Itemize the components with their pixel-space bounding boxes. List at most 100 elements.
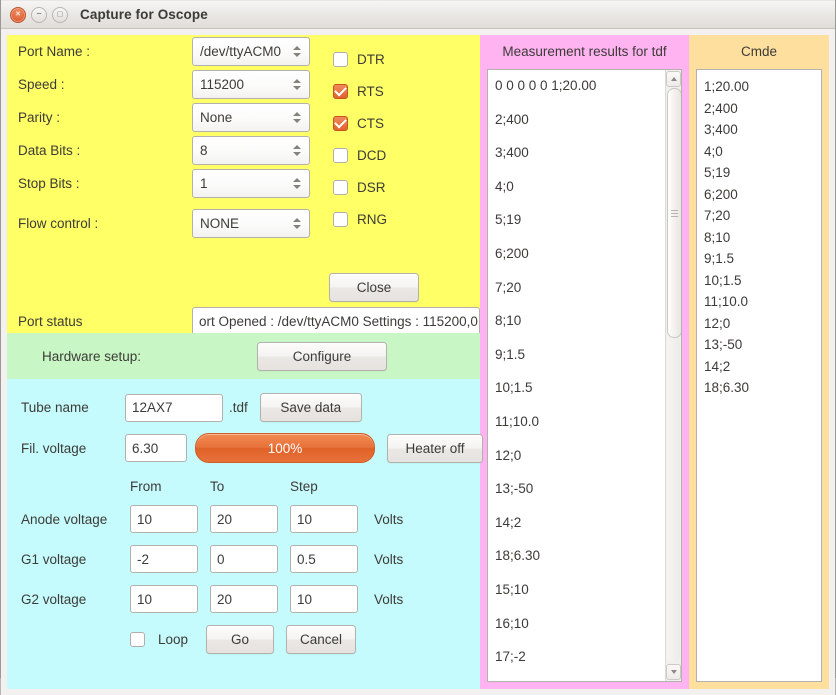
g2-voltage-step-input[interactable]: 10 <box>290 585 358 613</box>
list-item[interactable]: 7;20 <box>495 278 665 312</box>
list-item[interactable]: 3;400 <box>495 143 665 177</box>
speed-label: Speed : <box>18 77 65 92</box>
anode-voltage-units: Volts <box>374 511 404 527</box>
scroll-down-button[interactable] <box>666 663 681 680</box>
g2-voltage-from-input[interactable]: 10 <box>130 585 198 613</box>
list-item[interactable]: 0 0 0 0 0 1;20.00 <box>495 76 665 110</box>
data-bits-label: Data Bits : <box>18 143 81 158</box>
save-data-button[interactable]: Save data <box>259 393 362 422</box>
list-item[interactable]: 17;-2 <box>495 647 665 681</box>
sweep-actions-row: Loop Go Cancel <box>7 625 357 654</box>
port-status-label: Port status <box>18 314 83 329</box>
g2-voltage-to-input[interactable]: 20 <box>210 585 278 613</box>
scroll-up-button[interactable] <box>666 71 681 87</box>
flow-control-label: Flow control : <box>18 216 99 231</box>
list-item[interactable]: 8;10 <box>704 227 821 249</box>
tube-name-input[interactable]: 12AX7 <box>125 393 223 422</box>
g1-voltage-step-input[interactable]: 0.5 <box>290 545 358 573</box>
list-item[interactable]: 11;10.0 <box>495 412 665 446</box>
speed-stepper-icon[interactable] <box>290 79 309 90</box>
parity-spinbox[interactable]: None <box>192 103 310 132</box>
column-header-to: To <box>210 479 225 494</box>
list-item[interactable]: 2;400 <box>704 98 821 120</box>
list-item[interactable]: 18;6.30 <box>704 377 821 399</box>
list-item[interactable]: 5;19 <box>495 210 665 244</box>
list-item[interactable]: 3;400 <box>704 119 821 141</box>
go-button[interactable]: Go <box>206 625 275 654</box>
list-item[interactable]: 12;0 <box>495 446 665 480</box>
data-bits-stepper-icon[interactable] <box>290 145 309 156</box>
stop-bits-spinbox[interactable]: 1 <box>192 169 310 198</box>
window-title: Capture for Oscope <box>80 7 208 22</box>
checkbox-row-dcd[interactable]: DCD <box>333 139 453 171</box>
checkbox-row-rng[interactable]: RNG <box>333 203 453 235</box>
flow-control-spinbox[interactable]: NONE <box>192 209 310 238</box>
checkbox-row-dtr[interactable]: DTR <box>333 43 453 75</box>
anode-voltage-to-input[interactable]: 20 <box>210 505 278 533</box>
list-item[interactable]: 14;2 <box>495 513 665 547</box>
checkbox-loop[interactable] <box>130 632 145 647</box>
scrollbar-thumb[interactable] <box>667 88 681 338</box>
cmde-listbox[interactable]: 1;20.00 2;400 3;400 4;0 5;19 6;200 7;20 8;10 9;1… <box>696 69 822 682</box>
list-item[interactable]: 10;1.5 <box>704 270 821 292</box>
list-item[interactable]: 2;400 <box>495 110 665 144</box>
g1-voltage-to-input[interactable]: 0 <box>210 545 278 573</box>
stop-bits-stepper-icon[interactable] <box>290 178 309 189</box>
heater-off-button[interactable]: Heater off <box>387 433 483 463</box>
list-item[interactable]: 6;200 <box>704 184 821 206</box>
list-item[interactable]: 11;10.0 <box>704 291 821 313</box>
filament-voltage-input[interactable]: 6.30 <box>125 434 187 462</box>
checkbox-rng[interactable] <box>333 211 348 227</box>
results-panel: Measurement results for tdf 0 0 0 0 0 1;… <box>480 35 689 689</box>
checkbox-row-dsr[interactable]: DSR <box>333 171 453 203</box>
list-item[interactable]: 16;10 <box>495 614 665 648</box>
checkbox-rts-label: RTS <box>357 83 384 99</box>
checkbox-dtr[interactable] <box>333 51 348 67</box>
list-item[interactable]: 18;6.30 <box>495 546 665 580</box>
list-item[interactable]: 4;0 <box>495 177 665 211</box>
g1-voltage-from-input[interactable]: -2 <box>130 545 198 573</box>
list-item[interactable]: 15;10 <box>495 580 665 614</box>
checkbox-row-cts[interactable]: CTS <box>333 107 453 139</box>
configure-button[interactable]: Configure <box>257 341 387 371</box>
list-item[interactable]: 8;10 <box>495 311 665 345</box>
port-status-field[interactable]: ort Opened : /dev/ttyACM0 Settings : 115… <box>192 307 480 336</box>
list-item[interactable]: 13;-50 <box>704 334 821 356</box>
cancel-button[interactable]: Cancel <box>286 625 357 654</box>
results-scrollbar[interactable] <box>665 70 681 681</box>
list-item[interactable]: 10;1.5 <box>495 378 665 412</box>
list-item[interactable]: 9;1.5 <box>704 248 821 270</box>
close-window-icon[interactable]: × <box>10 6 26 23</box>
maximize-window-icon[interactable]: □ <box>52 6 68 23</box>
flow-control-stepper-icon[interactable] <box>290 218 309 229</box>
anode-voltage-row: Anode voltage 10 20 10 Volts <box>7 505 403 533</box>
port-name-stepper-icon[interactable] <box>290 46 309 57</box>
list-item[interactable]: 13;-50 <box>495 479 665 513</box>
anode-voltage-step-input[interactable]: 10 <box>290 505 358 533</box>
results-title: Measurement results for tdf <box>502 44 667 59</box>
list-item[interactable]: 12;0 <box>704 313 821 335</box>
list-item[interactable]: 4;0 <box>704 141 821 163</box>
speed-spinbox[interactable]: 115200 <box>192 70 310 99</box>
close-port-button[interactable]: Close <box>329 273 419 302</box>
parity-stepper-icon[interactable] <box>290 112 309 123</box>
checkbox-cts[interactable] <box>333 115 348 131</box>
list-item[interactable]: 1;20.00 <box>704 76 821 98</box>
checkbox-row-rts[interactable]: RTS <box>333 75 453 107</box>
list-item[interactable]: 7;20 <box>704 205 821 227</box>
port-name-spinbox[interactable]: /dev/ttyACM0 <box>192 37 310 66</box>
chevron-up-icon <box>670 77 677 81</box>
data-bits-spinbox[interactable]: 8 <box>192 136 310 165</box>
list-item[interactable]: 6;200 <box>495 244 665 278</box>
list-item[interactable]: 9;1.5 <box>495 345 665 379</box>
checkbox-rts[interactable] <box>333 83 348 99</box>
check-icon <box>334 83 347 96</box>
results-listbox[interactable]: 0 0 0 0 0 1;20.00 2;400 3;400 4;0 5;19 6;200 7… <box>487 69 682 682</box>
anode-voltage-from-input[interactable]: 10 <box>130 505 198 533</box>
checkbox-dcd[interactable] <box>333 147 348 163</box>
checkbox-dsr[interactable] <box>333 179 348 195</box>
list-item[interactable]: 14;2 <box>704 356 821 378</box>
minimize-window-icon[interactable]: − <box>31 6 47 23</box>
stop-bits-value: 1 <box>200 176 208 191</box>
list-item[interactable]: 5;19 <box>704 162 821 184</box>
